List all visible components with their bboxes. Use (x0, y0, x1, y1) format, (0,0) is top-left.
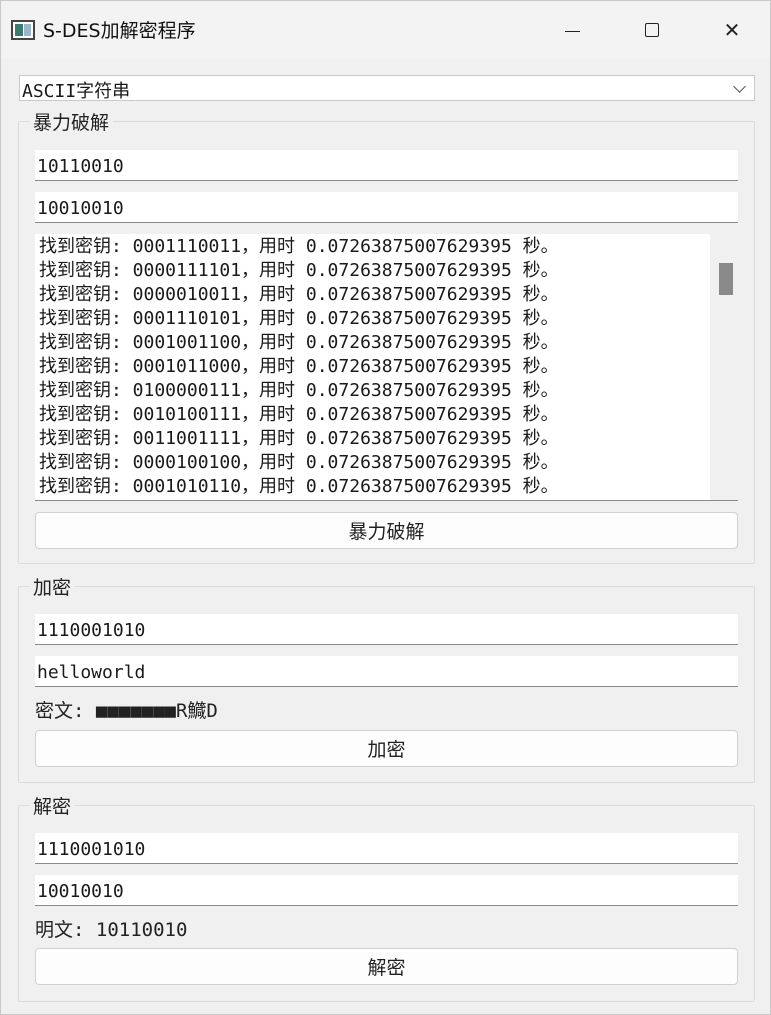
encrypt-button[interactable]: 加密 (35, 730, 738, 767)
log-lines: 找到密钥: 0001110011，用时 0.07263875007629395 … (39, 235, 709, 499)
chevron-down-icon (733, 80, 746, 93)
mode-select[interactable]: ASCII字符串 (19, 75, 755, 102)
log-scrollbar[interactable] (710, 234, 738, 500)
brute-force-group-title: 暴力破解 (29, 108, 114, 135)
brute-force-button[interactable]: 暴力破解 (35, 512, 738, 549)
log-line: 找到密钥: 0001011000，用时 0.07263875007629395 … (39, 356, 559, 377)
close-button[interactable]: ✕ (692, 1, 771, 59)
maximize-icon (645, 23, 659, 37)
decrypt-key-field[interactable] (35, 833, 738, 864)
ciphertext-result-label: 密文: ■■■■■■■R鱵D (35, 700, 218, 722)
plaintext-result-label: 明文: 10110010 (35, 919, 188, 941)
log-line: 找到密钥: 0000100100，用时 0.07263875007629395 … (39, 452, 559, 473)
minimize-icon (564, 30, 580, 32)
app-window: S-DES加解密程序 ✕ ASCII字符串 暴力破解 找到密钥: 0001110… (0, 0, 771, 1015)
brute-force-plaintext-field[interactable] (35, 150, 738, 181)
log-line: 找到密钥: 0000111101，用时 0.07263875007629395 … (39, 260, 559, 281)
encrypt-plaintext-input[interactable] (35, 656, 738, 686)
log-line: 找到密钥: 0000010011，用时 0.07263875007629395 … (39, 284, 559, 305)
encrypt-group-title: 加密 (29, 573, 76, 600)
title-bar[interactable]: S-DES加解密程序 ✕ (1, 1, 770, 59)
log-line: 找到密钥: 0001010110，用时 0.07263875007629395 … (39, 476, 559, 497)
encrypt-group: 加密 密文: ■■■■■■■R鱵D 加密 (18, 573, 755, 783)
brute-force-ciphertext-input[interactable] (35, 192, 738, 222)
decrypt-group-title: 解密 (29, 792, 76, 819)
log-line: 找到密钥: 0011001111，用时 0.07263875007629395 … (39, 428, 559, 449)
brute-force-group: 暴力破解 找到密钥: 0001110011，用时 0.0726387500762… (18, 108, 755, 564)
decrypt-key-input[interactable] (35, 833, 738, 863)
log-line: 找到密钥: 0001110101，用时 0.07263875007629395 … (39, 308, 559, 329)
encrypt-plaintext-field[interactable] (35, 656, 738, 687)
app-icon (11, 20, 35, 40)
window-title: S-DES加解密程序 (43, 20, 196, 42)
log-line: 找到密钥: 0001110011，用时 0.07263875007629395 … (39, 236, 559, 257)
log-line: 找到密钥: 0100000111，用时 0.07263875007629395 … (39, 380, 559, 401)
log-line: 找到密钥: 0010100111，用时 0.07263875007629395 … (39, 404, 559, 425)
minimize-button[interactable] (532, 1, 612, 59)
maximize-button[interactable] (612, 1, 692, 59)
brute-force-log[interactable]: 找到密钥: 0001110011，用时 0.07263875007629395 … (35, 234, 738, 501)
decrypt-ciphertext-field[interactable] (35, 875, 738, 906)
decrypt-ciphertext-input[interactable] (35, 875, 738, 905)
decrypt-group: 解密 明文: 10110010 解密 (18, 792, 755, 1002)
log-scroll-thumb[interactable] (719, 263, 733, 295)
log-line: 找到密钥: 0001001100，用时 0.07263875007629395 … (39, 332, 559, 353)
brute-force-ciphertext-field[interactable] (35, 192, 738, 223)
decrypt-button[interactable]: 解密 (35, 948, 738, 985)
brute-force-plaintext-input[interactable] (35, 150, 738, 180)
encrypt-key-input[interactable] (35, 614, 738, 644)
encrypt-key-field[interactable] (35, 614, 738, 645)
mode-select-value: ASCII字符串 (22, 81, 131, 102)
close-icon: ✕ (723, 18, 741, 42)
